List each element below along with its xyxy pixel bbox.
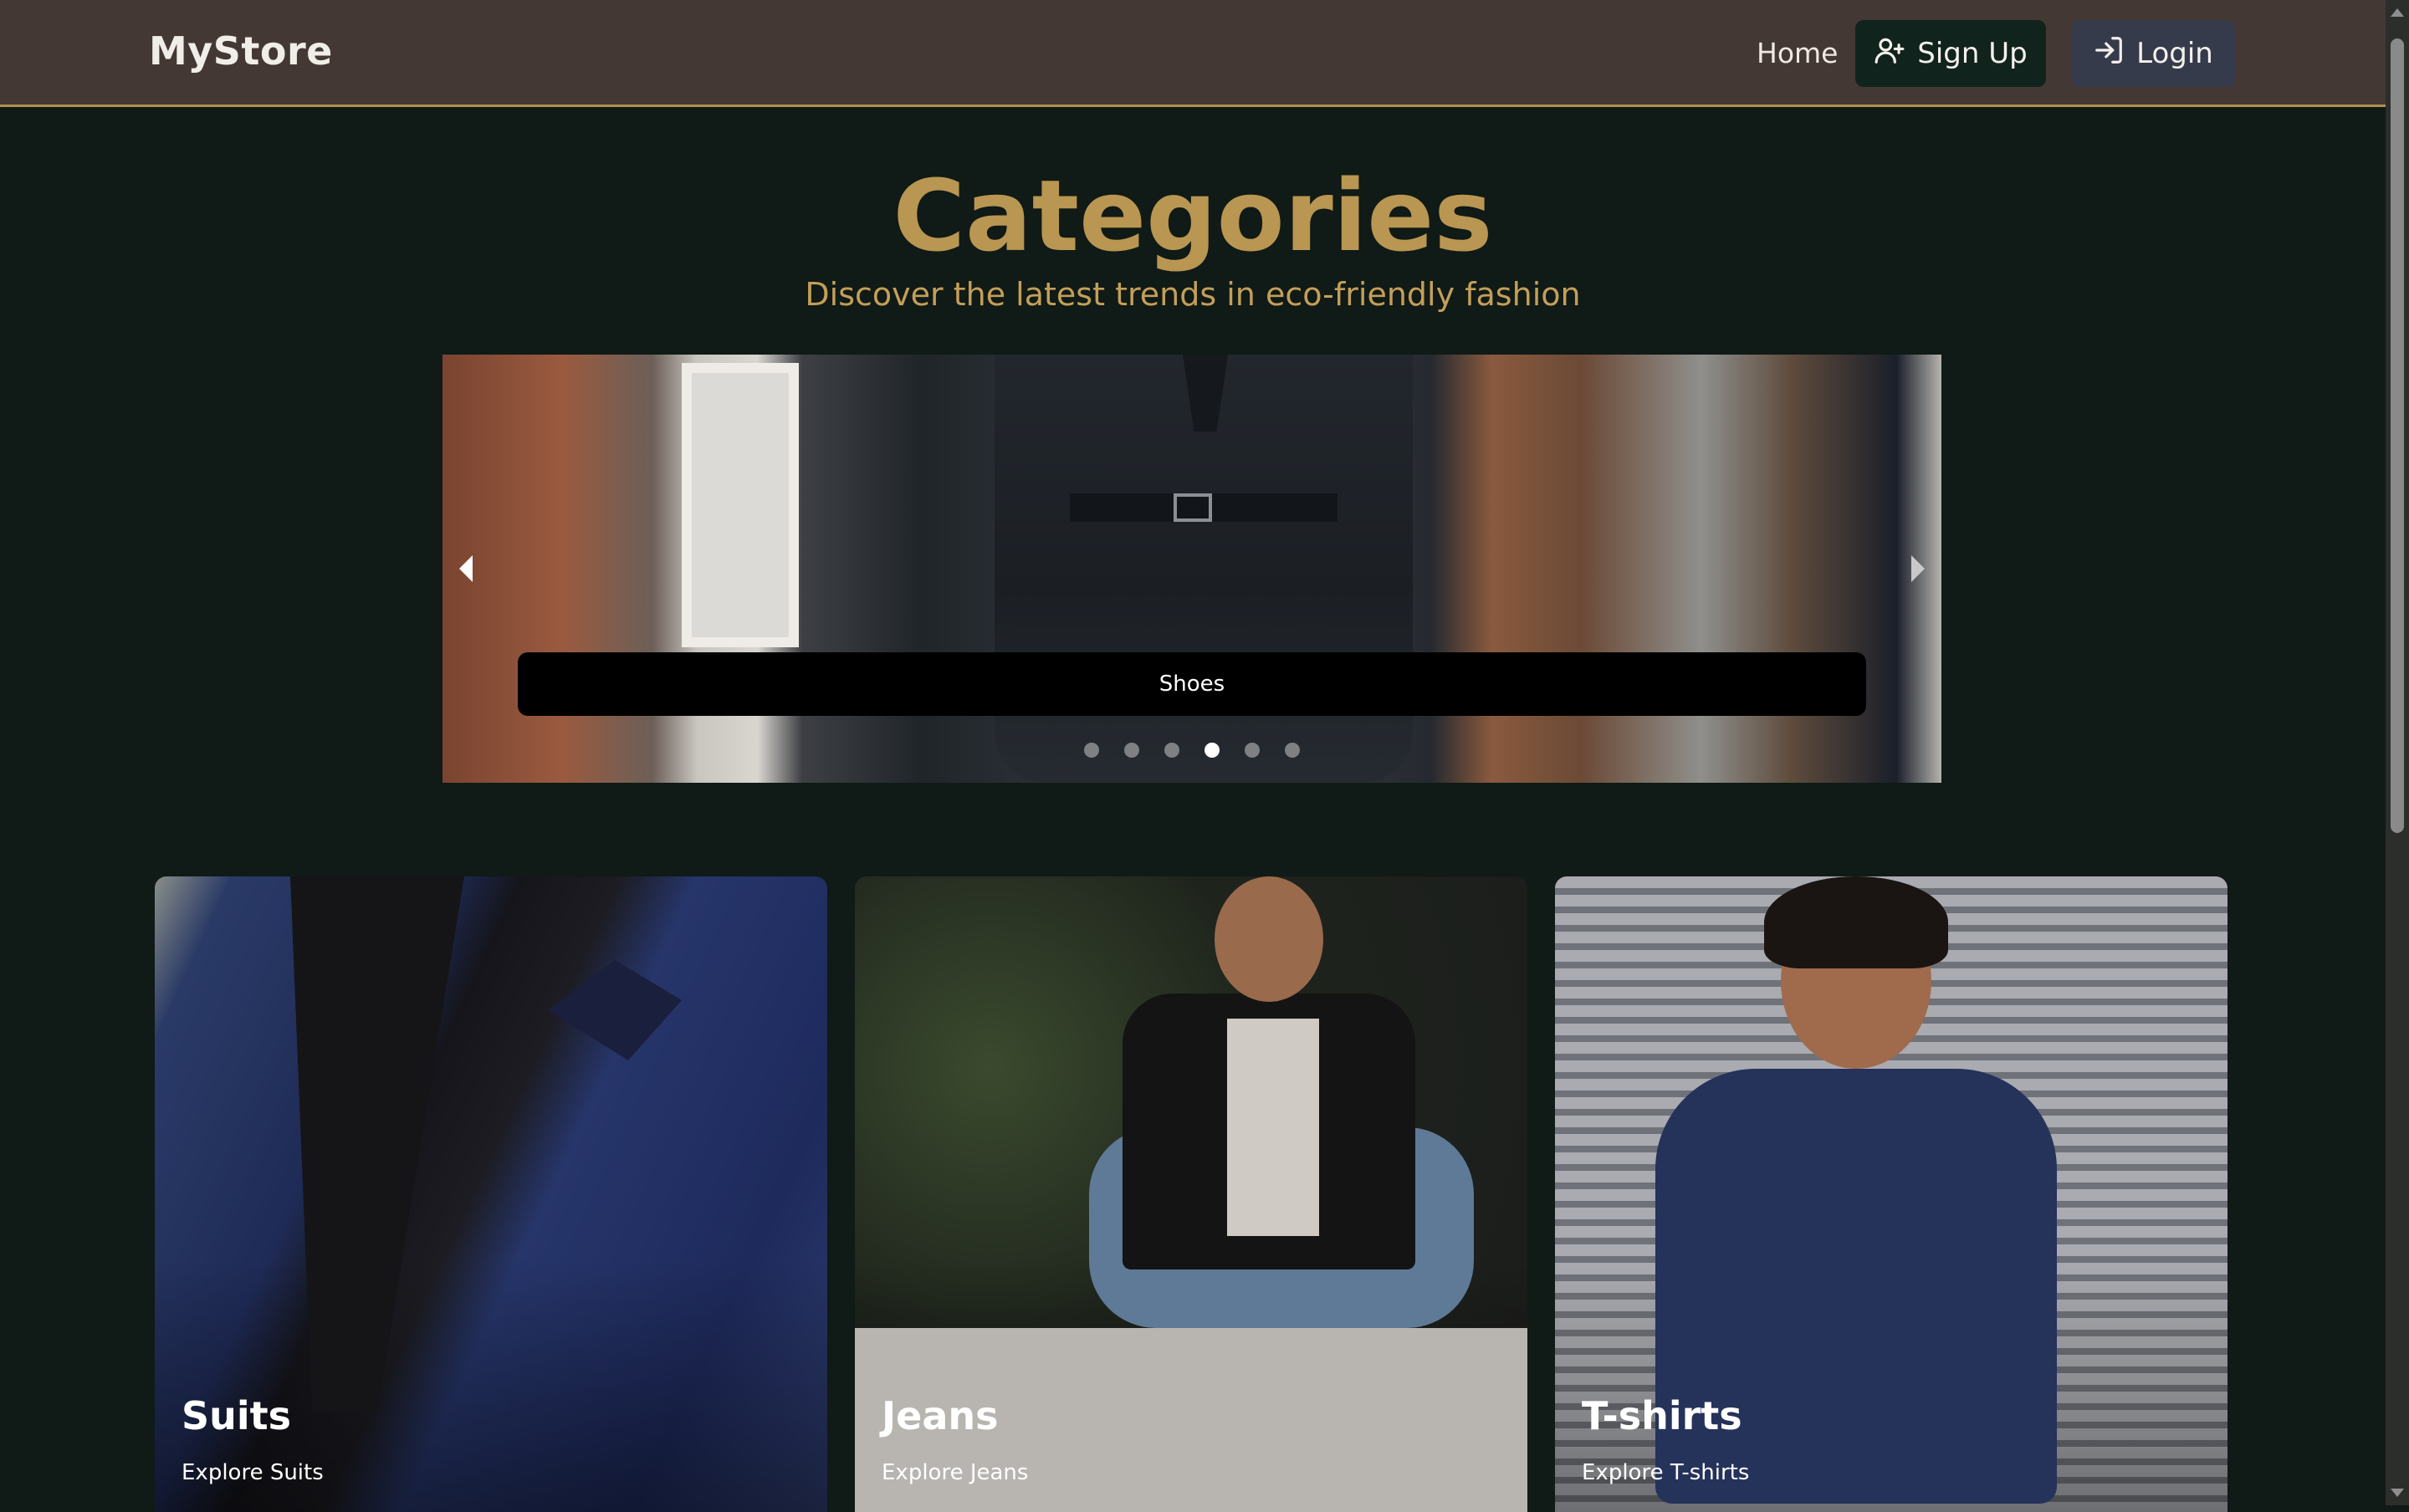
category-card-link[interactable]: Explore Suits [182, 1460, 324, 1485]
carousel-slide-image [995, 355, 1413, 783]
carousel-dot[interactable] [1084, 743, 1099, 758]
category-card-link[interactable]: Explore Jeans [882, 1460, 1028, 1485]
signup-button[interactable]: Sign Up [1855, 20, 2046, 87]
carousel-caption: Shoes [518, 652, 1866, 716]
nav-home-link[interactable]: Home [1757, 37, 1838, 69]
scroll-thumb[interactable] [2391, 38, 2404, 833]
carousel-indicators [442, 743, 1941, 758]
signup-button-label: Sign Up [1917, 37, 2028, 70]
login-button-label: Login [2136, 37, 2213, 70]
page-subtitle: Discover the latest trends in eco-friend… [805, 276, 1581, 313]
page-title: Categories [893, 158, 1493, 273]
suits-pocket-square [548, 960, 682, 1060]
carousel-dot[interactable] [1245, 743, 1260, 758]
category-card-tshirts[interactable]: T-shirts Explore T-shirts [1555, 876, 2227, 1512]
carousel-dot[interactable] [1164, 743, 1179, 758]
category-card-jeans[interactable]: Jeans Explore Jeans [855, 876, 1527, 1512]
page-scrollbar[interactable] [2386, 0, 2409, 1505]
chevron-left-icon[interactable] [459, 555, 473, 582]
jeans-shirt [1227, 1019, 1319, 1236]
carousel-background-window [682, 363, 799, 647]
user-plus-icon [1874, 34, 1905, 74]
category-card-link[interactable]: Explore T-shirts [1582, 1460, 1749, 1485]
category-card-title: Suits [182, 1393, 292, 1438]
brand-logo[interactable]: MyStore [149, 28, 333, 74]
suits-image [290, 876, 464, 1412]
sign-in-icon [2093, 34, 2125, 74]
carousel-dot-active[interactable] [1204, 743, 1220, 758]
category-card-title: T-shirts [1582, 1393, 1742, 1438]
chevron-right-icon[interactable] [1911, 555, 1925, 582]
login-button[interactable]: Login [2071, 20, 2235, 87]
tshirt-model-hair [1764, 876, 1948, 968]
scroll-down-arrow-icon[interactable] [2391, 1489, 2404, 1497]
category-carousel[interactable]: Shoes [442, 355, 1941, 783]
top-navbar: MyStore Home Sign Up Login [0, 0, 2386, 107]
category-card-title: Jeans [882, 1393, 999, 1438]
tshirt-image [1655, 1069, 2057, 1504]
carousel-dot[interactable] [1285, 743, 1300, 758]
scroll-up-arrow-icon[interactable] [2391, 8, 2404, 17]
category-card-suits[interactable]: Suits Explore Suits [155, 876, 827, 1512]
carousel-dot[interactable] [1124, 743, 1139, 758]
jeans-model-head [1215, 876, 1323, 1002]
